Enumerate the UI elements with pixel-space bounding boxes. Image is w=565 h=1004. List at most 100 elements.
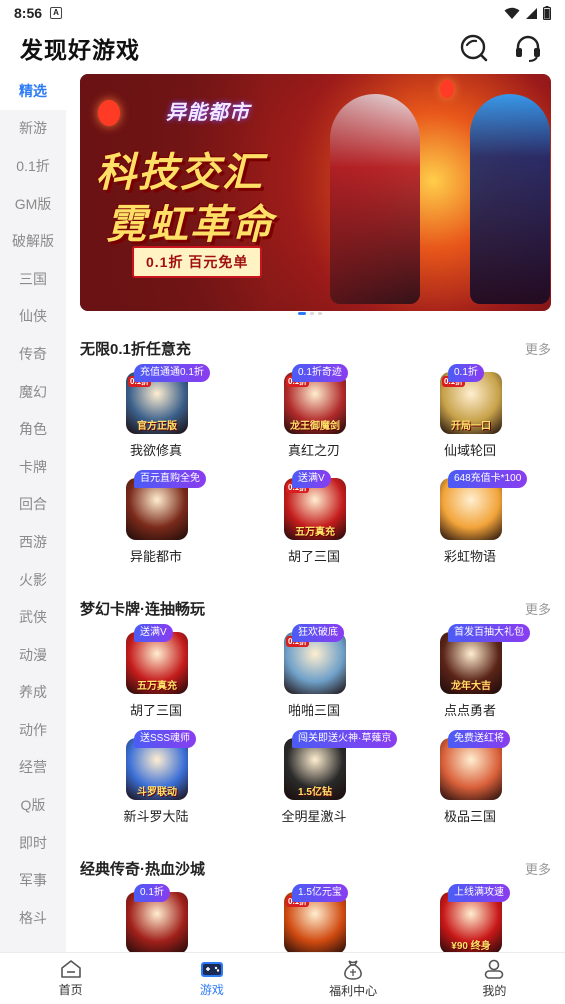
game-icon-caption: 开局一口 xyxy=(451,421,491,432)
sidebar-item-featured[interactable]: 精选 xyxy=(0,72,66,110)
promo-tag: 免费送红将 xyxy=(448,730,510,748)
category-sidebar: 精选 新游 0.1折 GM版 破解版 三国 仙侠 传奇 魔幻 角色 卡牌 回合 … xyxy=(0,72,66,952)
section-header: 无限0.1折任意充 更多 xyxy=(80,338,551,359)
carousel-dot xyxy=(310,312,314,315)
promo-tag: 送满V xyxy=(134,624,173,642)
promo-banner[interactable]: 异能都市 科技交汇 霓虹革命 0.1折 百元免单 xyxy=(80,74,551,311)
sidebar-item-card[interactable]: 卡牌 xyxy=(0,448,66,486)
game-icon-caption: 1.5亿钻 xyxy=(298,787,332,798)
sidebar-item-legend[interactable]: 传奇 xyxy=(0,335,66,373)
game-name: 新斗罗大陆 xyxy=(123,809,189,824)
promo-tag: 0.1折奇迹 xyxy=(292,364,348,382)
sidebar-item-rpg[interactable]: 角色 xyxy=(0,410,66,448)
sidebar-item-xianxia[interactable]: 仙侠 xyxy=(0,298,66,336)
promo-tag: 闯关即送火神·草薙京 xyxy=(292,730,398,748)
sidebar-item-cracked[interactable]: 破解版 xyxy=(0,222,66,260)
game-icon-caption: 斗罗联动 xyxy=(137,787,177,798)
gift-bag-icon xyxy=(344,960,362,980)
notification-icon: A xyxy=(50,7,63,19)
game-card[interactable]: 648充值卡*100 彩虹物语 xyxy=(410,470,530,566)
nav-label-home: 首页 xyxy=(58,983,83,997)
banner-subheadline: 霓虹革命 xyxy=(106,203,274,247)
banner-tagline: 0.1折 百元免单 xyxy=(132,246,263,278)
nav-tab-profile[interactable]: 我的 xyxy=(424,953,565,1004)
game-card[interactable]: ¥90 终身 上线满攻速 xyxy=(410,884,530,952)
game-name: 胡了三国 xyxy=(129,703,182,718)
signal-icon xyxy=(526,7,537,19)
more-link[interactable]: 更多 xyxy=(525,859,551,878)
game-card[interactable]: 0.1折龙王御魔剑0.1折奇迹真红之刃 xyxy=(254,364,374,460)
nav-label-profile: 我的 xyxy=(482,984,507,998)
game-card[interactable]: 百元直购全免异能都市 xyxy=(96,470,216,566)
game-card[interactable]: 0.1折官方正版充值通通0.1折我欲修真 xyxy=(96,364,216,460)
game-name: 极品三国 xyxy=(443,809,496,824)
game-card[interactable]: 五万真充 送满V 胡了三国 xyxy=(96,624,216,720)
game-card[interactable]: 龙年大吉 首发百抽大礼包 点点勇者 xyxy=(410,624,530,720)
page-title: 发现好游戏 xyxy=(20,37,140,63)
carousel-dot xyxy=(318,312,322,315)
more-link[interactable]: 更多 xyxy=(525,599,551,618)
sidebar-item-q-style[interactable]: Q版 xyxy=(0,786,66,824)
game-name: 点点勇者 xyxy=(443,703,496,718)
sidebar-item-three-kingdoms[interactable]: 三国 xyxy=(0,260,66,298)
more-link[interactable]: 更多 xyxy=(525,339,551,358)
game-name: 彩虹物语 xyxy=(443,549,496,564)
battery-icon xyxy=(543,6,551,20)
game-name: 啪啪三国 xyxy=(287,703,340,718)
game-card[interactable]: 斗罗联动 送SSS魂师新斗罗大陆 xyxy=(96,730,216,826)
sidebar-item-gm[interactable]: GM版 xyxy=(0,185,66,223)
game-icon-caption: 五万真充 xyxy=(295,527,335,538)
game-card[interactable]: 0.1折1.5亿元宝 xyxy=(254,884,374,952)
sidebar-item-journey-west[interactable]: 西游 xyxy=(0,523,66,561)
game-name: 全明星激斗 xyxy=(281,809,347,824)
section-title: 梦幻卡牌·连抽畅玩 xyxy=(80,601,205,618)
lantern-icon xyxy=(98,100,120,126)
banner-logo: 异能都市 xyxy=(166,102,250,124)
nav-tab-games[interactable]: 游戏 xyxy=(141,953,282,1004)
sidebar-item-discount[interactable]: 0.1折 xyxy=(0,147,66,185)
promo-tag: 1.5亿元宝 xyxy=(292,884,348,902)
game-card[interactable]: 0.1折五万真充送满V胡了三国 xyxy=(254,470,374,566)
app-header: 发现好游戏 xyxy=(0,26,565,70)
sidebar-item-military[interactable]: 军事 xyxy=(0,861,66,899)
customer-service-button[interactable] xyxy=(511,31,545,65)
game-card[interactable]: 0.1折开局一口0.1折仙域轮回 xyxy=(410,364,530,460)
game-name: 胡了三国 xyxy=(287,549,340,564)
sidebar-item-fantasy[interactable]: 魔幻 xyxy=(0,373,66,411)
game-card[interactable]: 0.1折狂欢破底啪啪三国 xyxy=(254,624,374,720)
promo-tag: 0.1折 xyxy=(134,884,170,902)
nav-label-welfare: 福利中心 xyxy=(329,984,378,998)
headset-icon xyxy=(516,35,540,62)
sidebar-item-raising[interactable]: 养成 xyxy=(0,674,66,712)
sidebar-item-anime[interactable]: 动漫 xyxy=(0,636,66,674)
promo-tag: 充值通通0.1折 xyxy=(134,364,210,382)
sidebar-item-real-time[interactable]: 即时 xyxy=(0,824,66,862)
promo-tag: 送SSS魂师 xyxy=(134,730,197,748)
game-icon-caption: 五万真充 xyxy=(137,681,177,692)
sidebar-item-management[interactable]: 经营 xyxy=(0,749,66,787)
promo-tag: 648充值卡*100 xyxy=(448,470,528,488)
section-title: 无限0.1折任意充 xyxy=(80,341,191,358)
status-time: 8:56 xyxy=(14,5,43,21)
game-card[interactable]: 1.5亿钻 闯关即送火神·草薙京全明星激斗 xyxy=(254,730,398,826)
game-name: 仙域轮回 xyxy=(443,443,496,458)
lantern-icon xyxy=(440,80,454,98)
promo-tag: 百元直购全免 xyxy=(134,470,206,488)
sidebar-item-new[interactable]: 新游 xyxy=(0,110,66,148)
game-name: 真红之刃 xyxy=(287,443,340,458)
search-button[interactable] xyxy=(457,31,491,65)
game-name: 异能都市 xyxy=(129,549,182,564)
sidebar-item-naruto[interactable]: 火影 xyxy=(0,561,66,599)
profile-icon xyxy=(485,959,504,979)
game-card[interactable]: 免费送红将极品三国 xyxy=(410,730,530,826)
search-icon xyxy=(460,34,488,62)
promo-tag: 0.1折 xyxy=(448,364,484,382)
wifi-icon xyxy=(504,7,520,19)
sidebar-item-turn-based[interactable]: 回合 xyxy=(0,486,66,524)
sidebar-item-action[interactable]: 动作 xyxy=(0,711,66,749)
sidebar-item-fighting[interactable]: 格斗 xyxy=(0,899,66,937)
game-card[interactable]: 0.1折 xyxy=(96,884,216,952)
nav-tab-welfare[interactable]: 福利中心 xyxy=(283,953,424,1004)
nav-tab-home[interactable]: 首页 xyxy=(0,953,141,1004)
sidebar-item-wuxia[interactable]: 武侠 xyxy=(0,598,66,636)
